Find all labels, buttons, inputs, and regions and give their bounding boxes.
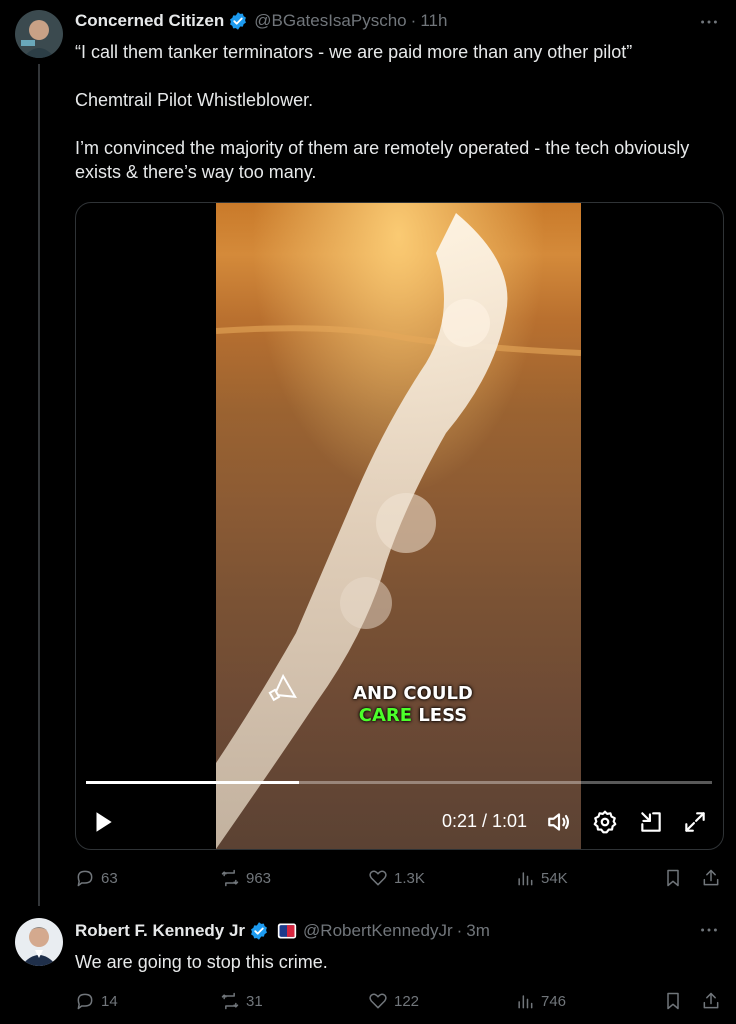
like-button[interactable]: 1.3K <box>368 866 425 890</box>
tweet-text-line: Chemtrail Pilot Whistleblower. <box>75 90 314 110</box>
caption-line: CARE LESS <box>343 705 483 727</box>
views-button[interactable]: 54K <box>515 866 568 890</box>
separator: · <box>410 11 417 30</box>
verified-badge-icon[interactable] <box>249 921 269 941</box>
caption-highlight: CARE <box>358 705 413 726</box>
avatar[interactable] <box>15 10 63 58</box>
picture-in-picture-icon[interactable] <box>638 809 664 835</box>
reply-icon <box>77 993 93 1010</box>
handle[interactable]: @RobertKennedyJr <box>303 921 453 941</box>
volume-icon[interactable] <box>546 809 572 835</box>
avatar[interactable] <box>15 918 63 966</box>
repost-button[interactable]: 31 <box>220 989 263 1013</box>
views-chart-icon <box>518 872 533 886</box>
heart-icon <box>369 993 387 1009</box>
views-chart-icon <box>518 995 533 1009</box>
timestamp[interactable]: 11h <box>420 11 447 31</box>
tweet-actions: 63 963 1.3K 54K <box>75 866 725 890</box>
tweet-header: Robert F. Kennedy Jr @RobertKennedyJr · … <box>75 919 490 943</box>
share-icon <box>703 869 719 886</box>
video-timecode: 0:21 / 1:01 <box>442 811 528 831</box>
share-button[interactable] <box>701 866 727 890</box>
play-icon[interactable] <box>90 809 116 835</box>
tweet-actions: 14 31 122 746 <box>75 989 725 1013</box>
affiliate-badge-icon[interactable] <box>277 921 297 941</box>
views-count: 54K <box>541 869 568 887</box>
reply-count: 63 <box>101 869 118 887</box>
tweet-header: Concerned Citizen @BGatesIsaPyscho · 11h <box>75 9 447 33</box>
more-options-icon[interactable] <box>698 11 720 33</box>
bookmark-icon <box>667 869 679 887</box>
tweet-text-line: “I call them tanker terminators - we are… <box>75 42 633 62</box>
like-button[interactable]: 122 <box>368 989 419 1013</box>
heart-icon <box>369 870 387 886</box>
handle[interactable]: @BGatesIsaPyscho <box>254 11 406 31</box>
repost-icon <box>221 992 239 1010</box>
repost-button[interactable]: 963 <box>220 866 271 890</box>
more-options-icon[interactable] <box>698 919 720 941</box>
bookmark-icon <box>667 992 679 1010</box>
like-count: 122 <box>394 992 420 1010</box>
like-count: 1.3K <box>394 869 425 887</box>
bookmark-button[interactable] <box>663 866 689 890</box>
reply-button[interactable]: 63 <box>75 866 118 890</box>
repost-count: 963 <box>246 869 272 887</box>
video-progress-bar[interactable] <box>86 781 712 784</box>
separator: · <box>456 921 463 940</box>
video-frame[interactable]: AND COULD CARE LESS <box>216 203 581 849</box>
timestamp[interactable]: 3m <box>466 921 490 941</box>
video-progress-fill <box>86 781 299 784</box>
views-button[interactable]: 746 <box>515 989 566 1013</box>
thread-line <box>38 64 40 906</box>
verified-badge-icon[interactable] <box>228 11 248 31</box>
tweet-rfk-jr[interactable]: Robert F. Kennedy Jr @RobertKennedyJr · … <box>0 906 736 1024</box>
share-button[interactable] <box>701 989 727 1013</box>
caption-rest: LESS <box>412 705 468 726</box>
views-count: 746 <box>541 992 567 1010</box>
caption-line: AND COULD <box>353 683 473 704</box>
share-icon <box>703 992 719 1009</box>
reply-count: 14 <box>101 992 118 1010</box>
tweet-text-line: I’m convinced the majority of them are r… <box>75 138 690 182</box>
tweet-text: “I call them tanker terminators - we are… <box>75 40 715 184</box>
display-name[interactable]: Concerned Citizen <box>75 11 224 31</box>
reply-icon <box>77 870 93 887</box>
video-thumbnail <box>216 203 581 849</box>
video-caption: AND COULD CARE LESS <box>343 683 483 727</box>
reply-button[interactable]: 14 <box>75 989 118 1013</box>
settings-gear-icon[interactable] <box>592 809 618 835</box>
video-player[interactable]: AND COULD CARE LESS 0:21 / 1:01 <box>75 202 724 850</box>
repost-count: 31 <box>246 992 263 1010</box>
tweet-concerned-citizen[interactable]: Concerned Citizen @BGatesIsaPyscho · 11h… <box>0 0 736 906</box>
fullscreen-icon[interactable] <box>682 809 708 835</box>
display-name[interactable]: Robert F. Kennedy Jr <box>75 921 245 941</box>
bookmark-button[interactable] <box>663 989 689 1013</box>
repost-icon <box>221 869 239 887</box>
tweet-text: We are going to stop this crime. <box>75 952 328 972</box>
